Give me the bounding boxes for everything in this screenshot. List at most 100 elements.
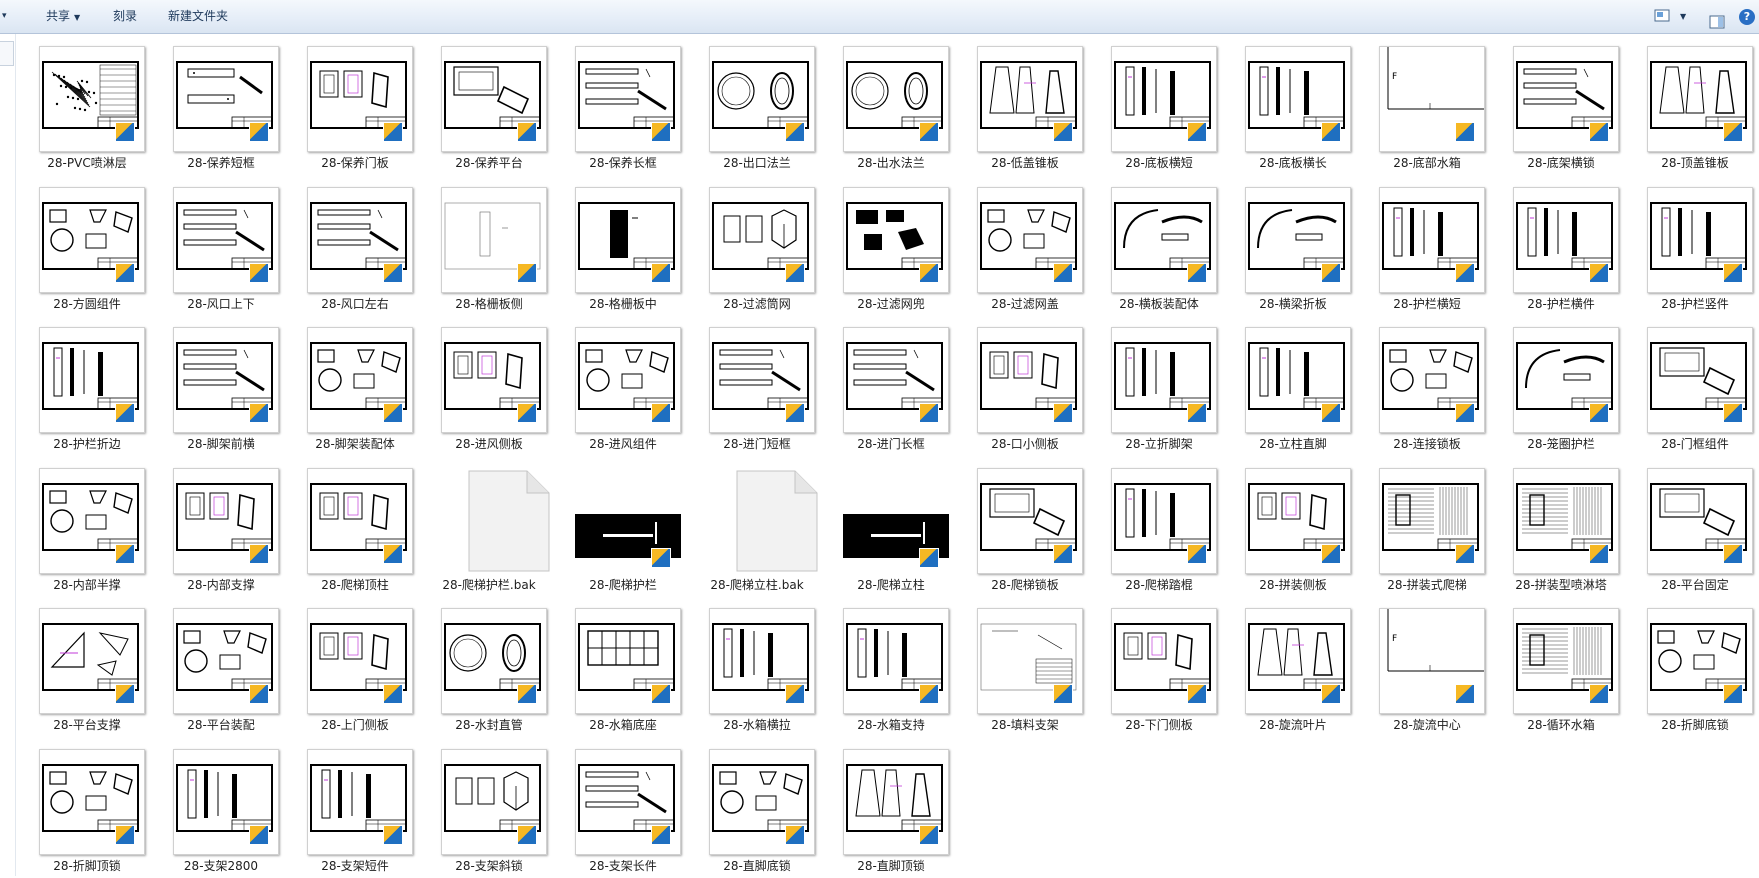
file-item[interactable]: 28-进风侧板 <box>422 315 556 456</box>
file-name: 28-水箱底座 <box>589 718 657 733</box>
file-item[interactable]: 28-低盖锥板 <box>958 34 1092 175</box>
dwg-app-badge-icon <box>1589 262 1609 283</box>
new-folder-button[interactable]: 新建文件夹 <box>168 0 228 33</box>
file-item[interactable]: 28-过滤网兜 <box>824 175 958 316</box>
file-item[interactable]: 28-支架2800 <box>154 737 288 878</box>
file-item[interactable]: 28-保养长框 <box>556 34 690 175</box>
file-name: 28-底板横长 <box>1259 156 1327 170</box>
file-item[interactable]: 28-平台支撑 <box>20 596 154 737</box>
file-item[interactable]: 28-爬梯立柱 <box>824 456 958 597</box>
file-item[interactable]: 28-折脚顶锁 <box>20 737 154 878</box>
file-name: 28-内部半撑 <box>53 577 121 592</box>
file-item[interactable]: 28-格栅板侧 <box>422 175 556 316</box>
file-item[interactable]: F 28-旋流中心 <box>1360 596 1494 737</box>
file-item[interactable]: 28-格栅板中 <box>556 175 690 316</box>
file-item[interactable]: 28-立柱直脚 <box>1226 315 1360 456</box>
file-item[interactable]: 28-底板横短 <box>1092 34 1226 175</box>
file-item[interactable]: 28-横板装配体 <box>1092 175 1226 316</box>
file-item[interactable]: 28-平台固定 <box>1628 456 1759 597</box>
file-item[interactable]: 28-保养门板 <box>288 34 422 175</box>
file-item[interactable]: 28-进风组件 <box>556 315 690 456</box>
dwg-app-badge-icon <box>1053 122 1073 142</box>
file-item[interactable]: 28-护栏横短 <box>1360 175 1494 316</box>
file-item[interactable]: 28-进门长框 <box>824 315 958 456</box>
file-item[interactable]: 28-支架斜锁 <box>422 737 556 878</box>
file-item[interactable]: 28-护栏横件 <box>1494 175 1628 316</box>
file-item[interactable]: 28-爬梯踏棍 <box>1092 456 1226 597</box>
file-item[interactable]: 28-脚架前横 <box>154 315 288 456</box>
share-button[interactable]: 共享 ▼ <box>46 0 80 33</box>
help-button[interactable]: ? <box>1739 9 1755 25</box>
chevron-down-icon[interactable]: ▾ <box>2 0 7 33</box>
file-item[interactable]: 28-笼圈护栏 <box>1494 315 1628 456</box>
file-item[interactable]: 28-保养平台 <box>422 34 556 175</box>
file-item[interactable]: 28-内部半撑 <box>20 456 154 597</box>
file-item[interactable]: 28-拼装型喷淋塔 <box>1494 456 1628 597</box>
file-item[interactable]: 28-过滤筒网 <box>690 175 824 316</box>
file-item[interactable]: 28-内部支撑 <box>154 456 288 597</box>
file-item[interactable]: 28-水箱支持 <box>824 596 958 737</box>
file-name: 28-旋流中心 <box>1393 718 1461 733</box>
file-item[interactable]: 28-循环水箱 <box>1494 596 1628 737</box>
file-item[interactable]: 28-爬梯顶柱 <box>288 456 422 597</box>
file-name: 28-脚架前横 <box>187 437 255 452</box>
dwg-app-badge-icon <box>517 122 537 142</box>
chevron-down-icon[interactable]: ▼ <box>1680 0 1686 33</box>
file-item[interactable]: 28-水箱横拉 <box>690 596 824 737</box>
file-item[interactable]: 28-风口左右 <box>288 175 422 316</box>
file-item[interactable]: 28-直脚底锁 <box>690 737 824 878</box>
file-item[interactable]: 28-直脚顶锁 <box>824 737 958 878</box>
file-item[interactable]: 28-PVC喷淋层 <box>20 34 154 175</box>
file-item[interactable]: 28-支架长件 <box>556 737 690 878</box>
file-item[interactable]: 28-口小侧板 <box>958 315 1092 456</box>
file-item[interactable]: 28-出水法兰 <box>824 34 958 175</box>
dwg-app-badge-icon <box>249 684 269 705</box>
file-item[interactable]: 28-下门侧板 <box>1092 596 1226 737</box>
preview-pane-icon[interactable] <box>1709 9 1725 29</box>
file-item[interactable]: 28-拼装侧板 <box>1226 456 1360 597</box>
file-item[interactable]: 28-折脚底锁 <box>1628 596 1759 737</box>
file-item[interactable]: 28-底架横锁 <box>1494 34 1628 175</box>
file-item[interactable]: 28-支架短件 <box>288 737 422 878</box>
dwg-app-badge-icon <box>1321 543 1341 564</box>
file-item[interactable]: 28-上门侧板 <box>288 596 422 737</box>
file-item[interactable]: F 28-底部水箱 <box>1360 34 1494 175</box>
file-item[interactable]: 28-平台装配 <box>154 596 288 737</box>
file-item[interactable]: 28-保养短框 <box>154 34 288 175</box>
dwg-app-badge-icon <box>1723 122 1743 142</box>
burn-button[interactable]: 刻录 <box>113 0 137 33</box>
file-item[interactable]: 28-过滤网盖 <box>958 175 1092 316</box>
file-item[interactable]: 28-爬梯立柱.bak <box>690 456 824 597</box>
file-item[interactable]: 28-顶盖锥板 <box>1628 34 1759 175</box>
dwg-app-badge-icon <box>115 403 135 424</box>
dwg-app-badge-icon <box>1589 684 1609 705</box>
file-item[interactable]: 28-横梁折板 <box>1226 175 1360 316</box>
file-name: 28-底板横短 <box>1125 156 1193 170</box>
file-name: 28-立柱直脚 <box>1259 437 1327 452</box>
file-item[interactable]: 28-门框组件 <box>1628 315 1759 456</box>
file-item[interactable]: 28-连接锁板 <box>1360 315 1494 456</box>
file-item[interactable]: 28-填料支架 <box>958 596 1092 737</box>
command-bar: ▾ 共享 ▼ 刻录 新建文件夹 ▼ ? <box>0 0 1759 34</box>
file-item[interactable]: 28-底板横长 <box>1226 34 1360 175</box>
file-item[interactable]: 28-水箱底座 <box>556 596 690 737</box>
file-item[interactable]: 28-爬梯护栏 <box>556 456 690 597</box>
dwg-app-badge-icon <box>785 403 805 424</box>
view-options-icon[interactable] <box>1654 9 1672 23</box>
file-item[interactable]: 28-护栏折边 <box>20 315 154 456</box>
file-item[interactable]: 28-护栏竖件 <box>1628 175 1759 316</box>
dwg-app-badge-icon <box>1187 122 1207 142</box>
file-item[interactable]: 28-水封直管 <box>422 596 556 737</box>
file-item[interactable]: 28-拼装式爬梯 <box>1360 456 1494 597</box>
file-item[interactable]: 28-进门短框 <box>690 315 824 456</box>
file-item[interactable]: 28-方圆组件 <box>20 175 154 316</box>
file-item[interactable]: 28-出口法兰 <box>690 34 824 175</box>
file-item[interactable]: 28-旋流叶片 <box>1226 596 1360 737</box>
file-name: 28-爬梯踏棍 <box>1125 577 1193 592</box>
file-item[interactable]: 28-爬梯护栏.bak <box>422 456 556 597</box>
file-item[interactable]: 28-立折脚架 <box>1092 315 1226 456</box>
file-item[interactable]: 28-爬梯锁板 <box>958 456 1092 597</box>
file-item[interactable]: 28-风口上下 <box>154 175 288 316</box>
file-item[interactable]: 28-脚架装配体 <box>288 315 422 456</box>
file-name: 28-格栅板侧 <box>455 296 523 311</box>
